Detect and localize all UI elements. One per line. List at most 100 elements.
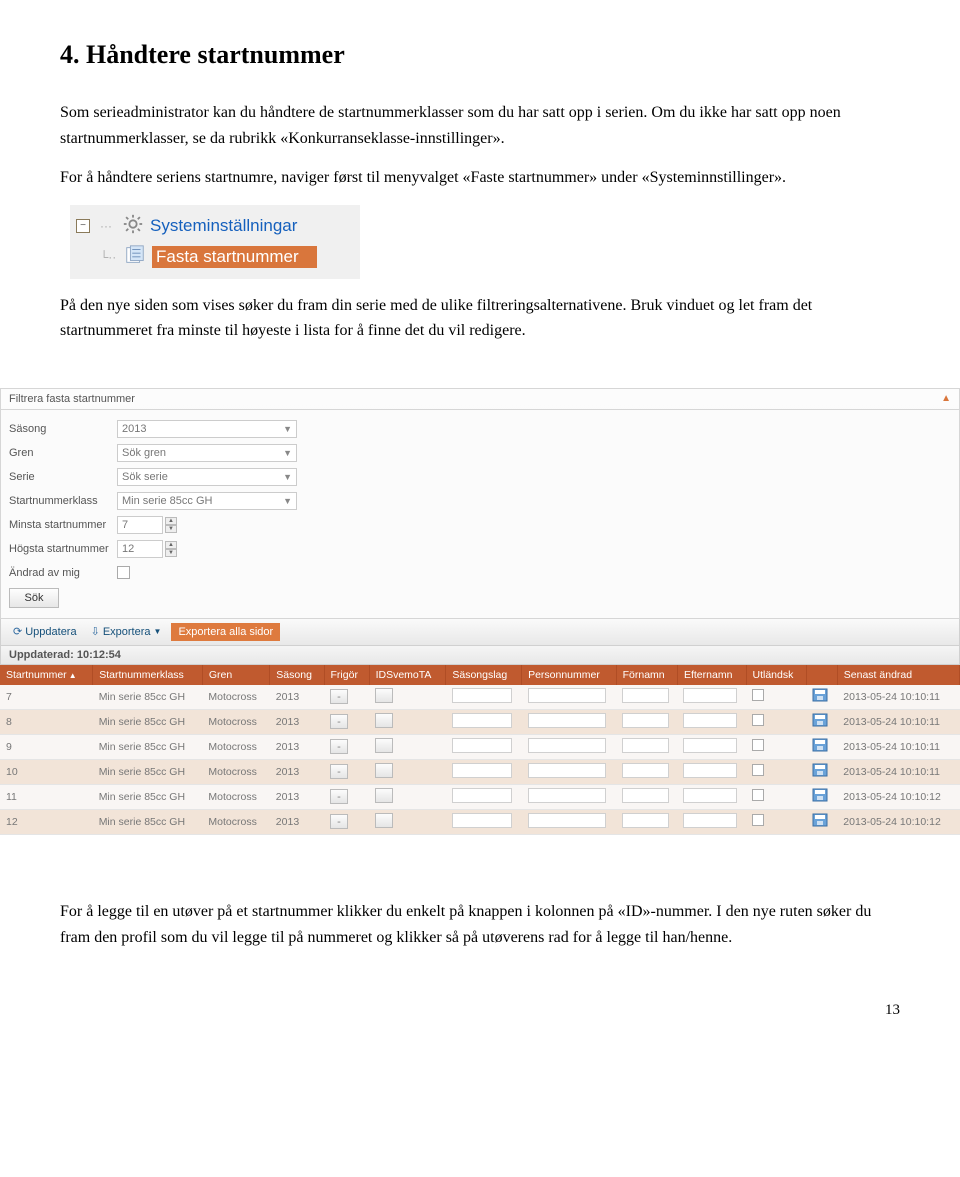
idsvemota-button[interactable] bbox=[375, 813, 393, 828]
efternamn-input[interactable] bbox=[683, 738, 737, 753]
fornamn-input[interactable] bbox=[622, 788, 669, 803]
sasongslag-input[interactable] bbox=[452, 813, 513, 828]
fornamn-input[interactable] bbox=[622, 763, 669, 778]
sasongslag-input[interactable] bbox=[452, 713, 513, 728]
collapse-icon[interactable]: ▲ bbox=[941, 393, 951, 405]
efternamn-input[interactable] bbox=[683, 713, 737, 728]
utlandsk-checkbox[interactable] bbox=[752, 814, 764, 826]
efternamn-input[interactable] bbox=[683, 788, 737, 803]
cell-sasong: 2013 bbox=[270, 685, 324, 710]
personnummer-input[interactable] bbox=[528, 738, 606, 753]
frigor-button[interactable]: - bbox=[330, 789, 348, 804]
spinner-up-icon[interactable]: ▲ bbox=[165, 541, 177, 549]
fornamn-input[interactable] bbox=[622, 688, 669, 703]
label-gren: Gren bbox=[9, 447, 117, 459]
idsvemota-button[interactable] bbox=[375, 738, 393, 753]
save-icon[interactable] bbox=[812, 813, 828, 827]
sasongslag-input[interactable] bbox=[452, 688, 513, 703]
personnummer-input[interactable] bbox=[528, 763, 606, 778]
sasongslag-input[interactable] bbox=[452, 763, 513, 778]
personnummer-input[interactable] bbox=[528, 713, 606, 728]
save-icon[interactable] bbox=[812, 788, 828, 802]
frigor-button[interactable]: - bbox=[330, 689, 348, 704]
col-sasongslag[interactable]: Säsongslag bbox=[446, 665, 522, 685]
sasongslag-input[interactable] bbox=[452, 788, 513, 803]
cell-gren: Motocross bbox=[202, 809, 269, 834]
sasongslag-input[interactable] bbox=[452, 738, 513, 753]
utlandsk-checkbox[interactable] bbox=[752, 689, 764, 701]
filter-title: Filtrera fasta startnummer bbox=[9, 393, 135, 405]
spinner-up-icon[interactable]: ▲ bbox=[165, 517, 177, 525]
col-sasong[interactable]: Säsong bbox=[270, 665, 324, 685]
col-utlandsk[interactable]: Utländsk bbox=[746, 665, 806, 685]
refresh-button[interactable]: ⟳ Uppdatera bbox=[9, 624, 81, 639]
input-min-startnummer[interactable]: 7 bbox=[117, 516, 163, 534]
frigor-button[interactable]: - bbox=[330, 814, 348, 829]
save-icon[interactable] bbox=[812, 763, 828, 777]
spinner-max[interactable]: ▲▼ bbox=[165, 541, 177, 557]
tree-parent-row[interactable]: − ··· Systeminställningar bbox=[76, 211, 354, 242]
spinner-down-icon[interactable]: ▼ bbox=[165, 525, 177, 533]
save-icon[interactable] bbox=[812, 738, 828, 752]
dropdown-gren[interactable]: Sök gren▼ bbox=[117, 444, 297, 462]
idsvemota-button[interactable] bbox=[375, 763, 393, 778]
personnummer-input[interactable] bbox=[528, 688, 606, 703]
refresh-icon: ⟳ bbox=[13, 625, 22, 638]
label-max-startnummer: Högsta startnummer bbox=[9, 543, 117, 555]
efternamn-input[interactable] bbox=[683, 688, 737, 703]
tree-parent-label: Systeminställningar bbox=[150, 216, 297, 236]
fornamn-input[interactable] bbox=[622, 813, 669, 828]
spinner-down-icon[interactable]: ▼ bbox=[165, 549, 177, 557]
col-efternamn[interactable]: Efternamn bbox=[677, 665, 746, 685]
fornamn-input[interactable] bbox=[622, 713, 669, 728]
cell-klass: Min serie 85cc GH bbox=[93, 809, 203, 834]
cell-startnummer: 8 bbox=[0, 709, 93, 734]
form-icon bbox=[124, 244, 146, 271]
fornamn-input[interactable] bbox=[622, 738, 669, 753]
utlandsk-checkbox[interactable] bbox=[752, 714, 764, 726]
col-personnummer[interactable]: Personnummer bbox=[522, 665, 617, 685]
idsvemota-button[interactable] bbox=[375, 788, 393, 803]
export-all-button[interactable]: Exportera alla sidor bbox=[171, 623, 280, 641]
frigor-button[interactable]: - bbox=[330, 739, 348, 754]
idsvemota-button[interactable] bbox=[375, 713, 393, 728]
col-startnummerklass[interactable]: Startnummerklass bbox=[93, 665, 203, 685]
save-icon[interactable] bbox=[812, 688, 828, 702]
cell-gren: Motocross bbox=[202, 685, 269, 710]
dropdown-serie[interactable]: Sök serie▼ bbox=[117, 468, 297, 486]
checkbox-andrad-av-mig[interactable] bbox=[117, 566, 130, 579]
col-startnummer[interactable]: Startnummer▲ bbox=[0, 665, 93, 685]
personnummer-input[interactable] bbox=[528, 813, 606, 828]
spinner-min[interactable]: ▲▼ bbox=[165, 517, 177, 533]
save-icon[interactable] bbox=[812, 713, 828, 727]
cell-gren: Motocross bbox=[202, 784, 269, 809]
paragraph-1: Som serieadministrator kan du håndtere d… bbox=[60, 100, 900, 151]
col-fornamn[interactable]: Förnamn bbox=[616, 665, 677, 685]
col-gren[interactable]: Gren bbox=[202, 665, 269, 685]
utlandsk-checkbox[interactable] bbox=[752, 764, 764, 776]
utlandsk-checkbox[interactable] bbox=[752, 789, 764, 801]
efternamn-input[interactable] bbox=[683, 813, 737, 828]
frigor-button[interactable]: - bbox=[330, 764, 348, 779]
input-max-startnummer[interactable]: 12 bbox=[117, 540, 163, 558]
personnummer-input[interactable] bbox=[528, 788, 606, 803]
tree-child-row[interactable]: └·· Fasta startnummer bbox=[98, 242, 354, 273]
col-frigor[interactable]: Frigör bbox=[324, 665, 369, 685]
efternamn-input[interactable] bbox=[683, 763, 737, 778]
cell-klass: Min serie 85cc GH bbox=[93, 734, 203, 759]
col-senast-andrad[interactable]: Senast ändrad bbox=[837, 665, 959, 685]
table-row: 11Min serie 85cc GHMotocross2013-2013-05… bbox=[0, 784, 960, 809]
frigor-button[interactable]: - bbox=[330, 714, 348, 729]
dropdown-sasong[interactable]: 2013▼ bbox=[117, 420, 297, 438]
search-button[interactable]: Sök bbox=[9, 588, 59, 608]
export-button[interactable]: ⇩ Exportera ▼ bbox=[87, 624, 166, 639]
paragraph-4: For å legge til en utøver på et startnum… bbox=[60, 899, 900, 950]
tree-collapse-icon[interactable]: − bbox=[76, 219, 90, 233]
cell-startnummer: 12 bbox=[0, 809, 93, 834]
dropdown-startnummerklass[interactable]: Min serie 85cc GH▼ bbox=[117, 492, 297, 510]
col-idsvemota[interactable]: IDSvemoTA bbox=[369, 665, 446, 685]
idsvemota-button[interactable] bbox=[375, 688, 393, 703]
tree-child-label: Fasta startnummer bbox=[152, 246, 317, 268]
utlandsk-checkbox[interactable] bbox=[752, 739, 764, 751]
chevron-down-icon: ▼ bbox=[283, 448, 292, 458]
